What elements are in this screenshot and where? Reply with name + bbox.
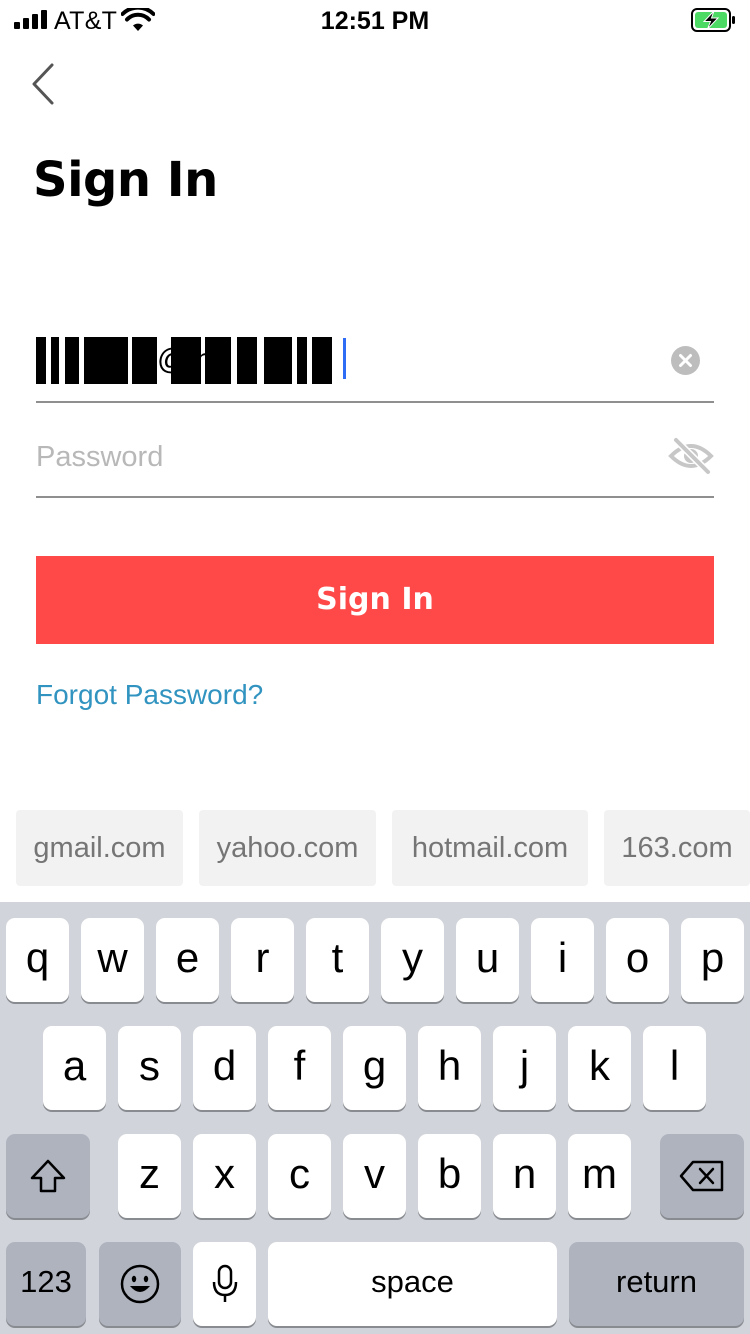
key-c[interactable]: c: [268, 1134, 331, 1218]
key-x[interactable]: x: [193, 1134, 256, 1218]
microphone-icon: [212, 1264, 237, 1302]
key-p[interactable]: p: [681, 918, 744, 1002]
suggestion-163[interactable]: 163.com: [604, 810, 750, 886]
text-cursor: [343, 338, 346, 379]
battery-charging-icon: [691, 8, 735, 32]
clear-circle-icon: [679, 354, 692, 367]
key-a[interactable]: a: [43, 1026, 106, 1110]
suggestion-gmail[interactable]: gmail.com: [16, 810, 183, 886]
key-z[interactable]: z: [118, 1134, 181, 1218]
redacted-email-value: @ n: [36, 337, 332, 384]
key-w[interactable]: w: [81, 918, 144, 1002]
key-s[interactable]: s: [118, 1026, 181, 1110]
key-n[interactable]: n: [493, 1134, 556, 1218]
backspace-icon: [679, 1160, 724, 1192]
key-v[interactable]: v: [343, 1134, 406, 1218]
keyboard: q w e r t y u i o p a s d f g h j k l z …: [0, 902, 750, 1334]
space-key[interactable]: space: [268, 1242, 557, 1326]
key-r[interactable]: r: [231, 918, 294, 1002]
eye-off-icon: [668, 436, 714, 476]
key-h[interactable]: h: [418, 1026, 481, 1110]
key-d[interactable]: d: [193, 1026, 256, 1110]
email-domain-suggestions: gmail.com yahoo.com hotmail.com 163.com: [0, 810, 750, 886]
numbers-key[interactable]: 123: [6, 1242, 86, 1326]
clear-email-button[interactable]: [671, 346, 700, 375]
status-bar: AT&T 12:51 PM: [0, 0, 750, 40]
key-f[interactable]: f: [268, 1026, 331, 1110]
toggle-password-visibility-button[interactable]: [668, 436, 714, 476]
key-m[interactable]: m: [568, 1134, 631, 1218]
shift-key[interactable]: [6, 1134, 90, 1218]
suggestion-hotmail[interactable]: hotmail.com: [392, 810, 588, 886]
email-field[interactable]: @ n: [36, 333, 714, 403]
key-g[interactable]: g: [343, 1026, 406, 1110]
key-b[interactable]: b: [418, 1134, 481, 1218]
key-j[interactable]: j: [493, 1026, 556, 1110]
key-u[interactable]: u: [456, 918, 519, 1002]
dictation-key[interactable]: [193, 1242, 256, 1326]
key-l[interactable]: l: [643, 1026, 706, 1110]
page-title: Sign In: [33, 152, 218, 208]
sign-in-button[interactable]: Sign In: [36, 556, 714, 644]
shift-icon: [30, 1159, 66, 1193]
key-y[interactable]: y: [381, 918, 444, 1002]
password-input[interactable]: [36, 434, 636, 480]
emoji-key[interactable]: [99, 1242, 181, 1326]
key-q[interactable]: q: [6, 918, 69, 1002]
key-k[interactable]: k: [568, 1026, 631, 1110]
back-button[interactable]: [26, 62, 62, 106]
chevron-left-icon: [32, 63, 54, 105]
status-time: 12:51 PM: [320, 7, 430, 35]
key-t[interactable]: t: [306, 918, 369, 1002]
return-key[interactable]: return: [569, 1242, 744, 1326]
key-i[interactable]: i: [531, 918, 594, 1002]
emoji-icon: [120, 1264, 160, 1304]
key-o[interactable]: o: [606, 918, 669, 1002]
key-e[interactable]: e: [156, 918, 219, 1002]
forgot-password-link[interactable]: Forgot Password?: [36, 679, 263, 711]
delete-key[interactable]: [660, 1134, 744, 1218]
password-field[interactable]: [36, 428, 714, 498]
suggestion-yahoo[interactable]: yahoo.com: [199, 810, 376, 886]
